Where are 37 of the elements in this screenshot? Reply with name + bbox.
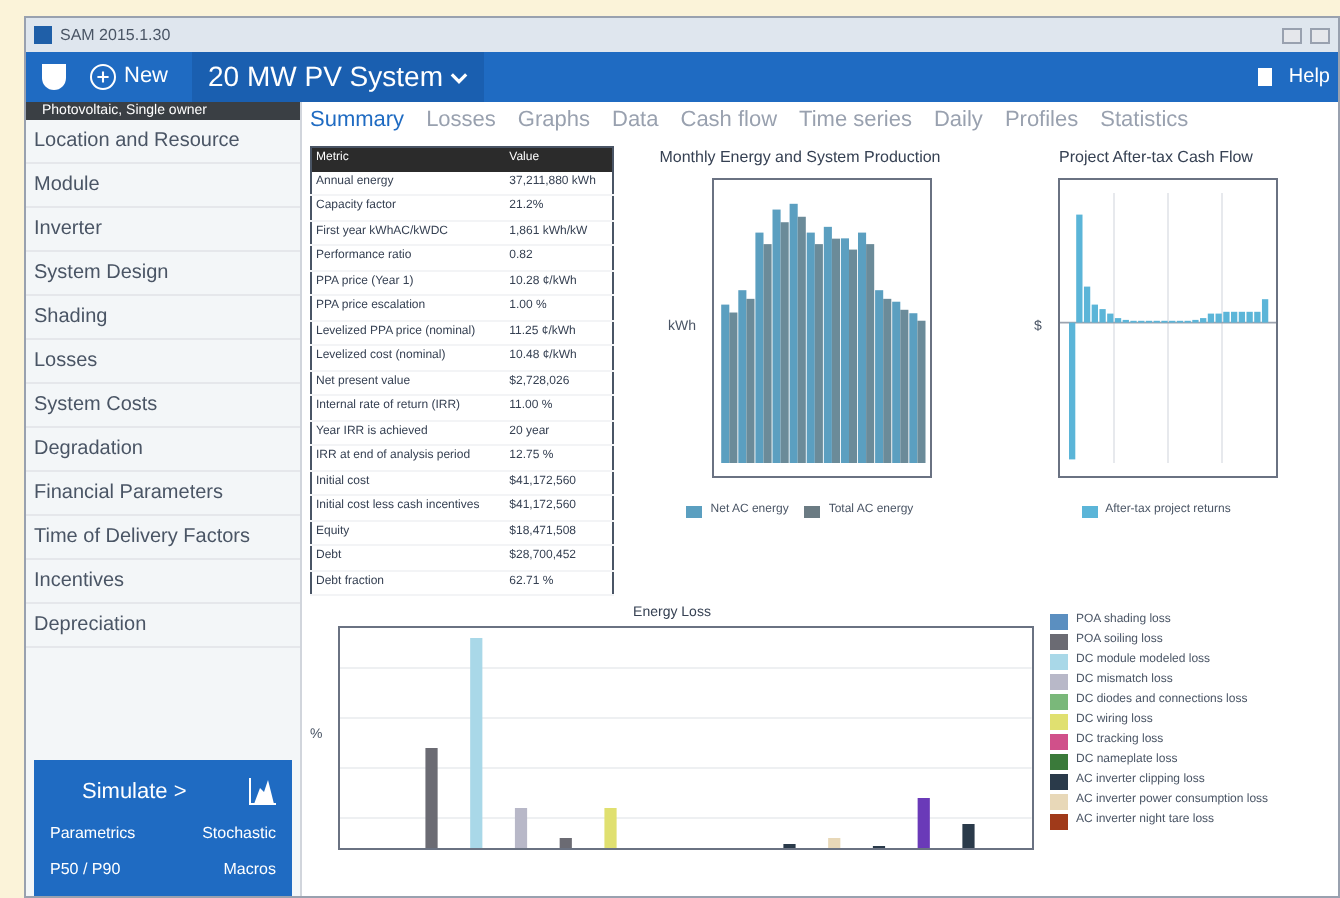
bar	[425, 747, 439, 847]
new-button[interactable]: New	[82, 60, 177, 94]
simulate-button[interactable]: Simulate >	[82, 775, 187, 809]
bar	[515, 807, 528, 847]
sidebar-item[interactable]: Depreciation	[26, 604, 300, 648]
simulate-link[interactable]: Stochastic	[163, 816, 276, 852]
bar	[604, 807, 618, 847]
simulate-link[interactable]: Macros	[163, 852, 276, 888]
case-dropdown[interactable]: 20 MW PV System	[192, 52, 485, 102]
sidebar-item[interactable]: System Design	[26, 252, 300, 296]
chart-title: Project After-tax Cash Flow	[1059, 146, 1253, 170]
bar	[828, 837, 841, 847]
sidebar-item[interactable]: Module	[26, 164, 300, 208]
simulate-link[interactable]: P50 / P90	[50, 852, 163, 888]
help-button[interactable]: Help	[1258, 62, 1338, 92]
sidebar-item[interactable]: Location and Resource	[26, 120, 300, 164]
window-title: SAM 2015.1.30	[60, 23, 171, 47]
sidebar-item[interactable]: Financial Parameters	[26, 472, 300, 516]
shield-icon[interactable]	[42, 64, 66, 90]
chart-icon[interactable]	[248, 778, 276, 806]
sidebar-item[interactable]: Shading	[26, 296, 300, 340]
bar	[918, 797, 931, 847]
chart-title: Monthly Energy and System Production	[659, 146, 941, 170]
simulate-link[interactable]: Parametrics	[50, 816, 163, 852]
sidebar-item[interactable]: Incentives	[26, 560, 300, 604]
results-tab[interactable]: Summary	[310, 103, 405, 137]
sidebar-item[interactable]: Degradation	[26, 428, 300, 472]
app-icon	[34, 26, 52, 44]
sidebar-item[interactable]: Losses	[26, 340, 300, 384]
sidebar-item[interactable]: Time of Delivery Factors	[26, 516, 300, 560]
bar	[560, 837, 573, 847]
bar	[962, 823, 976, 847]
document-icon	[1258, 68, 1273, 86]
plus-circle-icon	[90, 64, 116, 90]
sidebar-item[interactable]: Inverter	[26, 208, 300, 252]
chevron-down-icon	[450, 71, 469, 83]
sidebar-item[interactable]: System Costs	[26, 384, 300, 428]
